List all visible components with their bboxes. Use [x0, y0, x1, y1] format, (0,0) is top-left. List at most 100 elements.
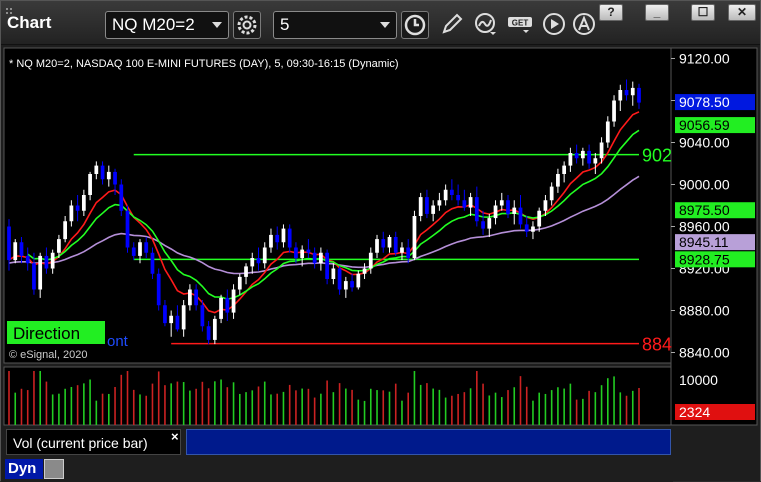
- candle-body: [219, 297, 223, 319]
- candle-body: [63, 221, 68, 240]
- candle-body: [156, 273, 161, 306]
- candle-body: [637, 87, 641, 103]
- candle-body: [306, 249, 311, 253]
- candle-body: [319, 252, 323, 264]
- study-strip: [186, 429, 671, 455]
- candle-body: [287, 228, 292, 248]
- price-axis: [670, 47, 758, 426]
- chevron-down-icon: [212, 22, 222, 28]
- style-icon[interactable]: [44, 459, 64, 479]
- candle-body: [32, 263, 36, 290]
- candle-body: [518, 207, 523, 225]
- candle-body: [294, 247, 298, 258]
- copyright-text: © eSignal, 2020: [9, 349, 87, 361]
- candle-body: [406, 247, 411, 258]
- price-tag-label: 8945.11: [679, 234, 729, 250]
- direction-badge: [7, 321, 105, 344]
- candle-body: [462, 200, 467, 208]
- candle-body: [630, 87, 635, 96]
- get-data-button[interactable]: GET: [507, 11, 535, 39]
- symbol-input[interactable]: NQ M20=2: [105, 11, 229, 39]
- candle-body: [237, 276, 242, 290]
- candle-body: [88, 174, 92, 195]
- candle-body: [206, 326, 211, 340]
- symbol-value: NQ M20=2: [112, 15, 195, 34]
- candle-body: [624, 90, 629, 96]
- chart-canvas[interactable]: * NQ M20=2, NASDAQ 100 E-MINI FUTURES (D…: [1, 1, 760, 482]
- window-title: Chart: [7, 13, 52, 32]
- candle-body: [543, 200, 548, 211]
- close-button[interactable]: ✕: [728, 4, 756, 21]
- candle-body: [144, 242, 149, 253]
- help-button[interactable]: ?: [599, 4, 623, 21]
- candle-body: [593, 158, 598, 164]
- price-tag-label: 8928.75: [679, 251, 730, 267]
- candle-body: [75, 205, 80, 211]
- direction-label: Direction: [13, 324, 80, 343]
- settings-button[interactable]: [233, 11, 261, 39]
- play-button[interactable]: [541, 11, 569, 39]
- candle-body: [481, 221, 485, 229]
- candle-body: [574, 153, 579, 159]
- candle-body: [250, 258, 255, 267]
- play-icon: [543, 13, 565, 35]
- candle-body: [150, 252, 155, 274]
- volume-pane[interactable]: [3, 366, 672, 426]
- candle-body: [612, 100, 616, 122]
- candle-body: [181, 305, 186, 330]
- candle-body: [437, 200, 442, 206]
- candle-body: [368, 252, 373, 269]
- candle-body: [125, 210, 130, 248]
- price-pane[interactable]: [3, 47, 672, 364]
- studies-button[interactable]: [473, 11, 501, 39]
- interval-input[interactable]: 5: [273, 11, 397, 39]
- candle-body: [262, 247, 267, 264]
- minimize-button[interactable]: _: [645, 4, 669, 21]
- time-button[interactable]: [401, 11, 429, 39]
- candle-body: [343, 281, 348, 290]
- level-label: 902: [642, 146, 672, 166]
- axis-corner: [673, 429, 760, 481]
- volume-legend: Vol (current price bar): [6, 429, 181, 455]
- candle-body: [400, 247, 404, 253]
- candle-body: [362, 268, 367, 274]
- candle-body: [25, 255, 30, 264]
- price-tag: [675, 234, 755, 251]
- alert-button[interactable]: [571, 11, 599, 39]
- candle-body: [537, 210, 542, 227]
- candle-body: [119, 184, 124, 211]
- candle-body: [443, 189, 448, 201]
- candle-body: [281, 228, 286, 243]
- volume-legend-label: Vol (current price bar): [13, 435, 148, 451]
- candle-body: [337, 268, 342, 290]
- price-tag: [675, 94, 755, 111]
- pencil-icon: [442, 13, 463, 34]
- close-volume-pane-icon[interactable]: ×: [171, 429, 179, 444]
- candle-body: [562, 165, 567, 174]
- price-tag: [675, 251, 755, 268]
- gear-icon: [237, 15, 257, 35]
- moving-average-mid: [27, 129, 640, 300]
- candle-body: [169, 315, 174, 324]
- svg-text:GET: GET: [512, 19, 529, 28]
- candle-body: [331, 268, 336, 279]
- volume-tag-label: 2324: [679, 404, 710, 420]
- dynamic-label[interactable]: Dyn: [5, 459, 43, 479]
- candle-body: [599, 142, 604, 159]
- maximize-button[interactable]: ☐: [691, 4, 715, 21]
- y-tick-label: 9040.00: [679, 135, 730, 151]
- candle-body: [100, 165, 105, 180]
- volume-tick-label: 10000: [679, 372, 718, 388]
- candle-body: [175, 315, 180, 330]
- candle-body: [506, 200, 510, 214]
- candle-body: [381, 239, 386, 248]
- candle-body: [131, 247, 136, 256]
- draw-button[interactable]: [439, 11, 467, 39]
- interval-value: 5: [280, 15, 290, 34]
- moving-average-fast: [8, 111, 640, 314]
- candle-body: [312, 252, 317, 264]
- candle-body: [425, 197, 429, 214]
- time-axis: [1, 456, 673, 482]
- chevron-down-icon: [380, 22, 390, 28]
- candle-body: [587, 150, 591, 164]
